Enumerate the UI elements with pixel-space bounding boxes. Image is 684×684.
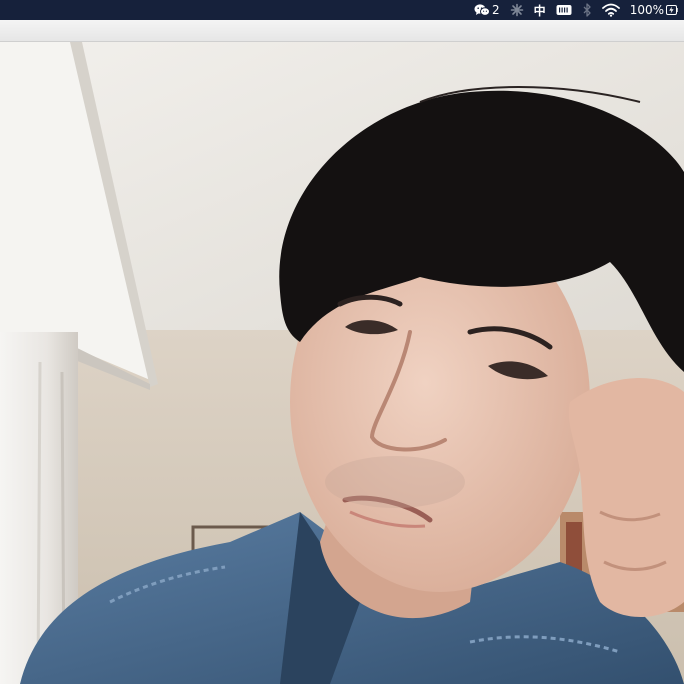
wechat-badge: 2 [492, 3, 500, 17]
wifi-icon [601, 3, 620, 17]
keyboard-icon [556, 4, 572, 16]
asterisk-icon [510, 3, 524, 17]
bluetooth-item[interactable] [582, 0, 592, 20]
wifi-item[interactable] [601, 0, 620, 20]
window-titlebar [0, 20, 684, 42]
bluetooth-icon [582, 3, 592, 17]
wechat-icon [474, 3, 491, 17]
input-method-item[interactable]: 中 [534, 0, 546, 20]
battery-percent: 100% [629, 3, 664, 17]
status-item[interactable] [510, 0, 524, 20]
menu-bar: 2 中 100% [0, 0, 684, 20]
input-method-label: 中 [533, 3, 546, 18]
camera-preview [0, 42, 684, 684]
battery-item[interactable]: 100% [630, 0, 678, 20]
keyboard-item[interactable] [556, 0, 572, 20]
battery-charging-icon [666, 4, 678, 16]
wechat-status-item[interactable]: 2 [474, 0, 500, 20]
